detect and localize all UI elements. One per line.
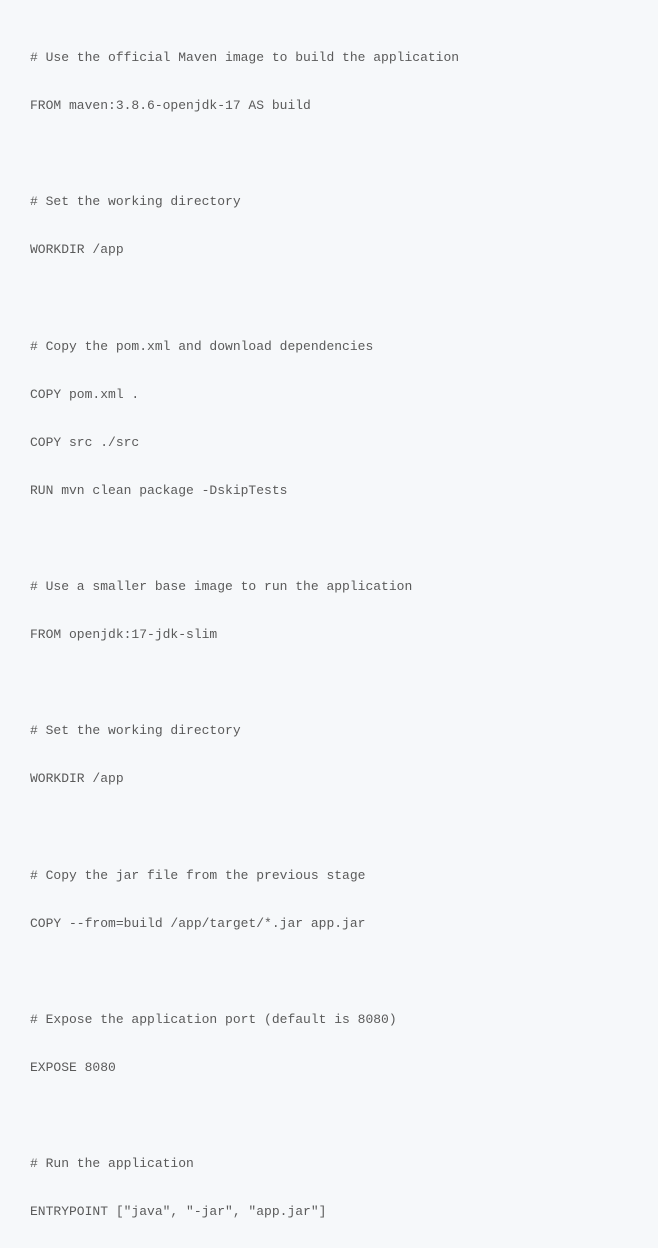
code-line	[30, 142, 628, 166]
code-line: WORKDIR /app	[30, 238, 628, 262]
code-line: # Run the application	[30, 1152, 628, 1176]
code-line: # Set the working directory	[30, 190, 628, 214]
code-line: # Use the official Maven image to build …	[30, 46, 628, 70]
code-line: FROM maven:3.8.6-openjdk-17 AS build	[30, 94, 628, 118]
code-line: # Expose the application port (default i…	[30, 1008, 628, 1032]
code-line	[30, 816, 628, 840]
code-line: EXPOSE 8080	[30, 1056, 628, 1080]
code-line	[30, 960, 628, 984]
code-line: # Copy the jar file from the previous st…	[30, 864, 628, 888]
code-line	[30, 287, 628, 311]
code-line: # Set the working directory	[30, 719, 628, 743]
code-line: COPY --from=build /app/target/*.jar app.…	[30, 912, 628, 936]
code-line	[30, 527, 628, 551]
code-line: # Use a smaller base image to run the ap…	[30, 575, 628, 599]
code-line: WORKDIR /app	[30, 767, 628, 791]
code-line	[30, 1104, 628, 1128]
code-line	[30, 671, 628, 695]
code-line: COPY pom.xml .	[30, 383, 628, 407]
code-line: RUN mvn clean package -DskipTests	[30, 479, 628, 503]
code-line: # Copy the pom.xml and download dependen…	[30, 335, 628, 359]
code-line: COPY src ./src	[30, 431, 628, 455]
dockerfile-code-block: # Use the official Maven image to build …	[30, 22, 628, 1248]
code-line: ENTRYPOINT ["java", "-jar", "app.jar"]	[30, 1200, 628, 1224]
